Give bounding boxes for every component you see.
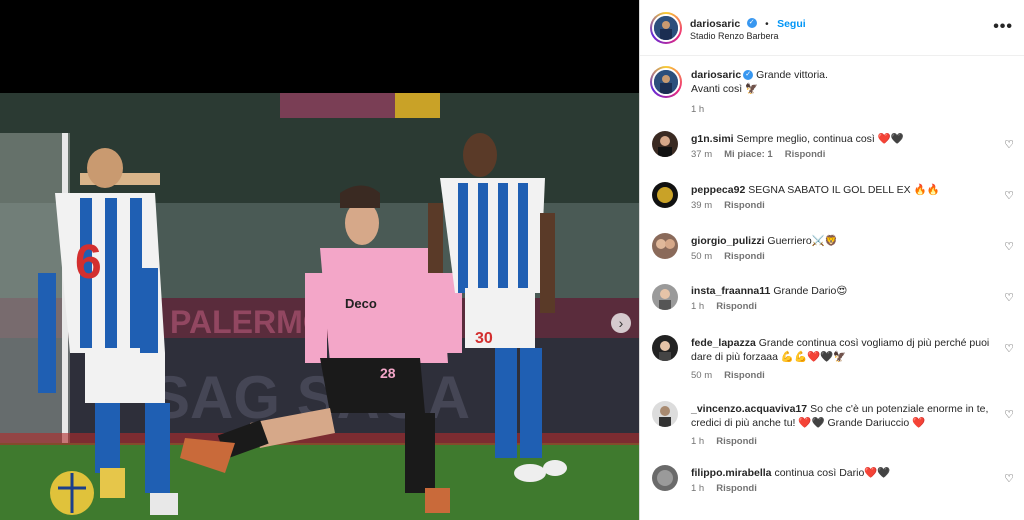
- heart-outline-icon[interactable]: ♡: [1003, 190, 1015, 202]
- comment-username[interactable]: filippo.mirabella: [691, 467, 772, 479]
- svg-text:PALERMO: PALERMO: [170, 304, 328, 340]
- comment-time[interactable]: 1 h: [691, 483, 704, 494]
- comment-username[interactable]: g1n.simi: [691, 133, 734, 145]
- reply-button[interactable]: Rispondi: [724, 370, 765, 381]
- verified-badge-icon: ✓: [746, 17, 757, 28]
- comment-username[interactable]: peppeca92: [691, 184, 745, 196]
- comment-time[interactable]: 39 m: [691, 200, 712, 211]
- comment-time[interactable]: 50 m: [691, 370, 712, 381]
- author-avatar[interactable]: [650, 12, 682, 44]
- caption-username[interactable]: dariosaric: [691, 69, 741, 81]
- commenter-avatar[interactable]: [652, 284, 678, 310]
- author-username[interactable]: dariosaric: [690, 18, 740, 30]
- next-slide-button[interactable]: ›: [611, 313, 631, 333]
- comment-time[interactable]: 37 m: [691, 149, 712, 160]
- reply-button[interactable]: Rispondi: [724, 200, 765, 211]
- reply-button[interactable]: Rispondi: [724, 251, 765, 262]
- comment-username[interactable]: fede_lapazza: [691, 337, 756, 349]
- reply-button[interactable]: Rispondi: [716, 483, 757, 494]
- post-photo[interactable]: PALERMO SAG SAGA 6 Deco 28 30: [0, 93, 639, 520]
- svg-text:28: 28: [380, 365, 396, 381]
- chevron-right-icon: ›: [618, 315, 624, 331]
- commenter-avatar[interactable]: [652, 465, 678, 491]
- heart-outline-icon[interactable]: ♡: [1003, 241, 1015, 253]
- post-side-panel: dariosaric ✓ • Segui Stadio Renzo Barber…: [639, 0, 1024, 520]
- reply-button[interactable]: Rispondi: [716, 436, 757, 447]
- caption-line2: Avanti così 🦅: [691, 83, 759, 95]
- caption-line1: Grande vittoria.: [756, 69, 828, 81]
- comment-time[interactable]: 1 h: [691, 436, 704, 447]
- comment-time[interactable]: 1 h: [691, 301, 704, 312]
- follow-button[interactable]: Segui: [777, 18, 806, 30]
- commenter-avatar[interactable]: [652, 131, 678, 157]
- instagram-post-modal: PALERMO SAG SAGA 6 Deco 28 30 › dariosar…: [0, 0, 1024, 520]
- comment-likes[interactable]: Mi piace: 1: [724, 149, 773, 160]
- svg-text:6: 6: [75, 236, 102, 289]
- heart-outline-icon[interactable]: ♡: [1003, 139, 1015, 151]
- heart-outline-icon[interactable]: ♡: [1003, 409, 1015, 421]
- reply-button[interactable]: Rispondi: [785, 149, 826, 160]
- verified-badge-icon: ✓: [743, 70, 754, 81]
- reply-button[interactable]: Rispondi: [716, 301, 757, 312]
- post-media: PALERMO SAG SAGA 6 Deco 28 30 ›: [0, 0, 639, 520]
- comment-time[interactable]: 50 m: [691, 251, 712, 262]
- comment-text: SEGNA SABATO IL GOL DELL EX 🔥🔥: [748, 184, 940, 196]
- svg-text:30: 30: [475, 330, 493, 347]
- heart-outline-icon[interactable]: ♡: [1003, 473, 1015, 485]
- comment-username[interactable]: giorgio_pulizzi: [691, 235, 765, 247]
- commenter-avatar[interactable]: [652, 335, 678, 361]
- separator-dot: •: [765, 19, 769, 30]
- heart-outline-icon[interactable]: ♡: [1003, 343, 1015, 355]
- commenter-avatar[interactable]: [652, 401, 678, 427]
- svg-text:Deco: Deco: [345, 296, 377, 311]
- more-options-icon[interactable]: •••: [993, 18, 1013, 36]
- post-header: dariosaric ✓ • Segui Stadio Renzo Barber…: [640, 0, 1024, 56]
- comment-username[interactable]: insta_fraanna11: [691, 285, 770, 297]
- caption-time: 1 h: [691, 104, 705, 115]
- comment-text: continua così Dario❤️🖤: [774, 467, 891, 479]
- comment-text: Sempre meglio, continua così ❤️🖤: [736, 133, 904, 145]
- comment-username[interactable]: _vincenzo.acquaviva17: [691, 403, 807, 415]
- commenter-avatar[interactable]: [652, 233, 678, 259]
- commenter-avatar[interactable]: [652, 182, 678, 208]
- post-location[interactable]: Stadio Renzo Barbera: [690, 31, 779, 41]
- heart-outline-icon[interactable]: ♡: [1003, 292, 1015, 304]
- comment-text: Grande Dario😍: [773, 285, 848, 297]
- comment-text: Guerriero⚔️🦁: [767, 235, 838, 247]
- caption-avatar[interactable]: [650, 66, 682, 98]
- football-match-photo: PALERMO SAG SAGA 6 Deco 28 30: [0, 93, 639, 520]
